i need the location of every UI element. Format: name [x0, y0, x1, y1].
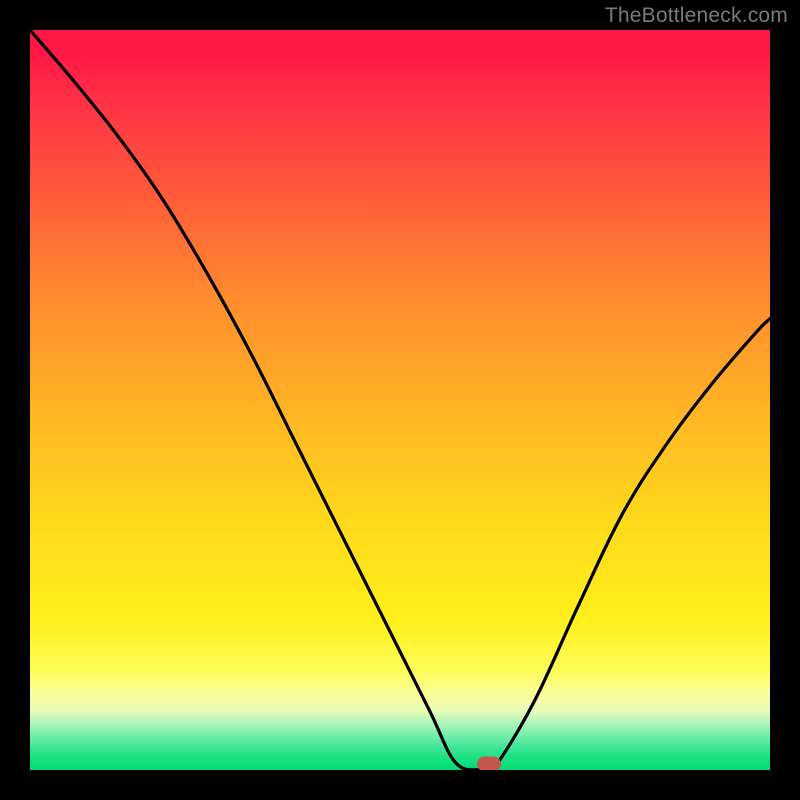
- optimal-marker: [477, 757, 501, 770]
- watermark-text: TheBottleneck.com: [605, 4, 788, 28]
- bottleneck-curve: [30, 30, 770, 770]
- chart-frame: TheBottleneck.com: [0, 0, 800, 800]
- plot-area: [30, 30, 770, 770]
